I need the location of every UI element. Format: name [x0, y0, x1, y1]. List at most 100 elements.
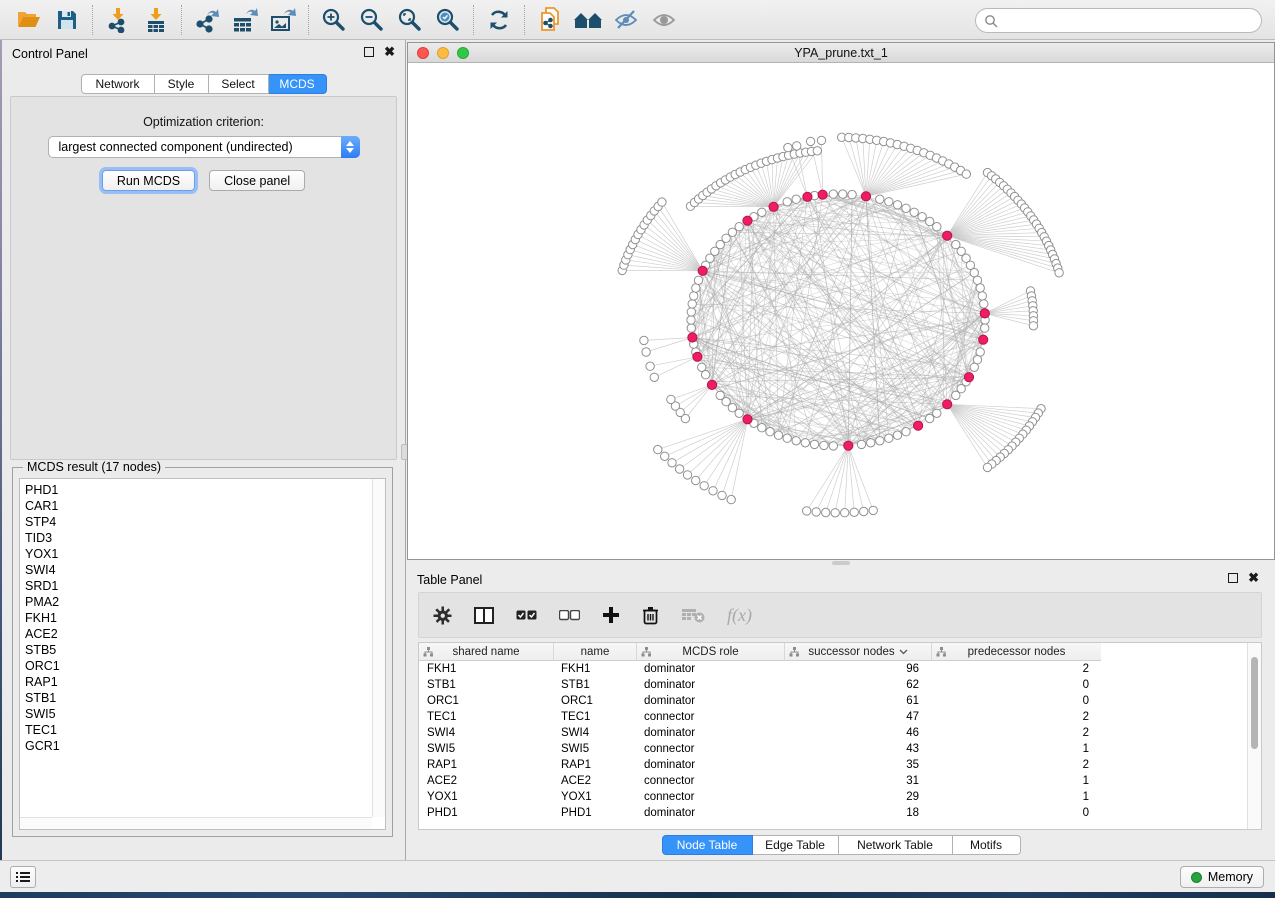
import-network-button[interactable]: [99, 4, 137, 36]
mcds-node-item[interactable]: GCR1: [25, 738, 372, 754]
zoom-fit-icon: [397, 7, 423, 33]
close-panel-button[interactable]: Close panel: [209, 170, 305, 191]
table-cell: PHD1: [553, 805, 636, 821]
table-row[interactable]: STB1STB1dominator620: [419, 677, 1247, 693]
mcds-node-item[interactable]: RAP1: [25, 674, 372, 690]
float-table-panel-icon[interactable]: [1228, 573, 1238, 583]
column-header-successor-nodes[interactable]: successor nodes: [784, 643, 931, 661]
mcds-node-item[interactable]: TEC1: [25, 722, 372, 738]
export-image-button[interactable]: [264, 4, 302, 36]
zoom-selected-button[interactable]: [429, 4, 467, 36]
mcds-node-item[interactable]: SRD1: [25, 578, 372, 594]
import-table-icon: [144, 7, 168, 33]
table-tab-node-table[interactable]: Node Table: [662, 835, 753, 855]
column-header-shared-name[interactable]: shared name: [419, 643, 553, 661]
table-tab-network-table[interactable]: Network Table: [839, 835, 953, 855]
import-table-button[interactable]: [137, 4, 175, 36]
hide-selected-button[interactable]: [607, 4, 645, 36]
close-panel-icon[interactable]: ✖: [384, 47, 395, 57]
plus-icon: [602, 606, 620, 624]
table-cell: 61: [784, 693, 931, 709]
table-cell: 0: [931, 693, 1101, 709]
unselect-all-button[interactable]: [559, 610, 580, 621]
zoom-fit-button[interactable]: [391, 4, 429, 36]
table-row[interactable]: FKH1FKH1dominator962: [419, 661, 1247, 677]
table-row[interactable]: ORC1ORC1dominator610: [419, 693, 1247, 709]
mcds-result-list[interactable]: PHD1CAR1STP4TID3YOX1SWI4SRD1PMA2FKH1ACE2…: [20, 479, 372, 817]
export-table-button[interactable]: [226, 4, 264, 36]
table-cell: 35: [784, 757, 931, 773]
tab-select[interactable]: Select: [209, 74, 269, 94]
table-scrollbar-thumb[interactable]: [1251, 657, 1258, 749]
show-eye-icon: [651, 9, 677, 31]
mcds-node-item[interactable]: FKH1: [25, 610, 372, 626]
column-header-predecessor-nodes[interactable]: predecessor nodes: [931, 643, 1101, 661]
show-columns-button[interactable]: [474, 607, 494, 624]
column-header-name[interactable]: name: [553, 643, 636, 661]
table-cell: FKH1: [553, 661, 636, 677]
toolbar-separator: [524, 5, 525, 35]
table-cell: dominator: [636, 805, 784, 821]
table-cell: SWI5: [419, 741, 553, 757]
mcds-node-item[interactable]: SWI5: [25, 706, 372, 722]
float-panel-icon[interactable]: [364, 47, 374, 57]
mcds-list-vertical-scrollbar[interactable]: [372, 479, 385, 817]
delete-table-button[interactable]: [681, 607, 705, 623]
add-column-button[interactable]: [602, 606, 620, 624]
tab-mcds[interactable]: MCDS: [269, 74, 327, 94]
function-builder-button[interactable]: f(x): [727, 605, 752, 626]
mcds-node-item[interactable]: STB1: [25, 690, 372, 706]
zoom-out-button[interactable]: [353, 4, 391, 36]
mcds-node-item[interactable]: STB5: [25, 642, 372, 658]
open-file-button[interactable]: [10, 4, 48, 36]
export-network-button[interactable]: [188, 4, 226, 36]
network-window-titlebar[interactable]: YPA_prune.txt_1: [408, 43, 1274, 63]
table-row[interactable]: PHD1PHD1dominator180: [419, 805, 1247, 821]
network-files-button[interactable]: [531, 4, 569, 36]
table-settings-button[interactable]: [433, 606, 452, 625]
network-canvas[interactable]: [408, 63, 1274, 559]
table-row[interactable]: YOX1YOX1connector291: [419, 789, 1247, 805]
mcds-node-item[interactable]: PMA2: [25, 594, 372, 610]
columns-icon: [474, 607, 494, 624]
horizontal-splitter-handle[interactable]: [832, 561, 850, 565]
table-tab-edge-table[interactable]: Edge Table: [753, 835, 839, 855]
optimization-criterion-select[interactable]: largest connected component (undirected): [48, 136, 360, 158]
search-field[interactable]: [975, 8, 1262, 33]
table-cell: 43: [784, 741, 931, 757]
show-all-button[interactable]: [645, 4, 683, 36]
mcds-node-item[interactable]: TID3: [25, 530, 372, 546]
table-tab-motifs[interactable]: Motifs: [953, 835, 1021, 855]
delete-column-button[interactable]: [642, 606, 659, 625]
tab-style[interactable]: Style: [155, 74, 209, 94]
refresh-button[interactable]: [480, 4, 518, 36]
mcds-node-item[interactable]: STP4: [25, 514, 372, 530]
mcds-node-item[interactable]: CAR1: [25, 498, 372, 514]
zoom-selected-icon: [435, 7, 461, 33]
mcds-list-horizontal-scrollbar[interactable]: [20, 817, 372, 829]
table-cell: TEC1: [553, 709, 636, 725]
memory-button[interactable]: Memory: [1180, 866, 1264, 888]
table-row[interactable]: SWI4SWI4dominator462: [419, 725, 1247, 741]
table-row[interactable]: ACE2ACE2connector311: [419, 773, 1247, 789]
table-row[interactable]: RAP1RAP1dominator352: [419, 757, 1247, 773]
tab-network[interactable]: Network: [81, 74, 155, 94]
table-row[interactable]: SWI5SWI5connector431: [419, 741, 1247, 757]
column-header-mcds-role[interactable]: MCDS role: [636, 643, 784, 661]
mcds-node-item[interactable]: YOX1: [25, 546, 372, 562]
select-all-button[interactable]: [516, 610, 537, 621]
search-input[interactable]: [1003, 14, 1243, 28]
task-history-button[interactable]: [10, 866, 36, 888]
table-cell: YOX1: [553, 789, 636, 805]
table-vertical-scrollbar[interactable]: [1247, 643, 1261, 829]
mcds-node-item[interactable]: PHD1: [25, 482, 372, 498]
mcds-node-item[interactable]: ORC1: [25, 658, 372, 674]
save-session-button[interactable]: [48, 4, 86, 36]
mcds-node-item[interactable]: ACE2: [25, 626, 372, 642]
table-row[interactable]: TEC1TEC1connector472: [419, 709, 1247, 725]
zoom-in-button[interactable]: [315, 4, 353, 36]
close-table-panel-icon[interactable]: ✖: [1248, 573, 1259, 583]
first-neighbors-button[interactable]: [569, 4, 607, 36]
run-mcds-button[interactable]: Run MCDS: [102, 170, 195, 191]
mcds-node-item[interactable]: SWI4: [25, 562, 372, 578]
